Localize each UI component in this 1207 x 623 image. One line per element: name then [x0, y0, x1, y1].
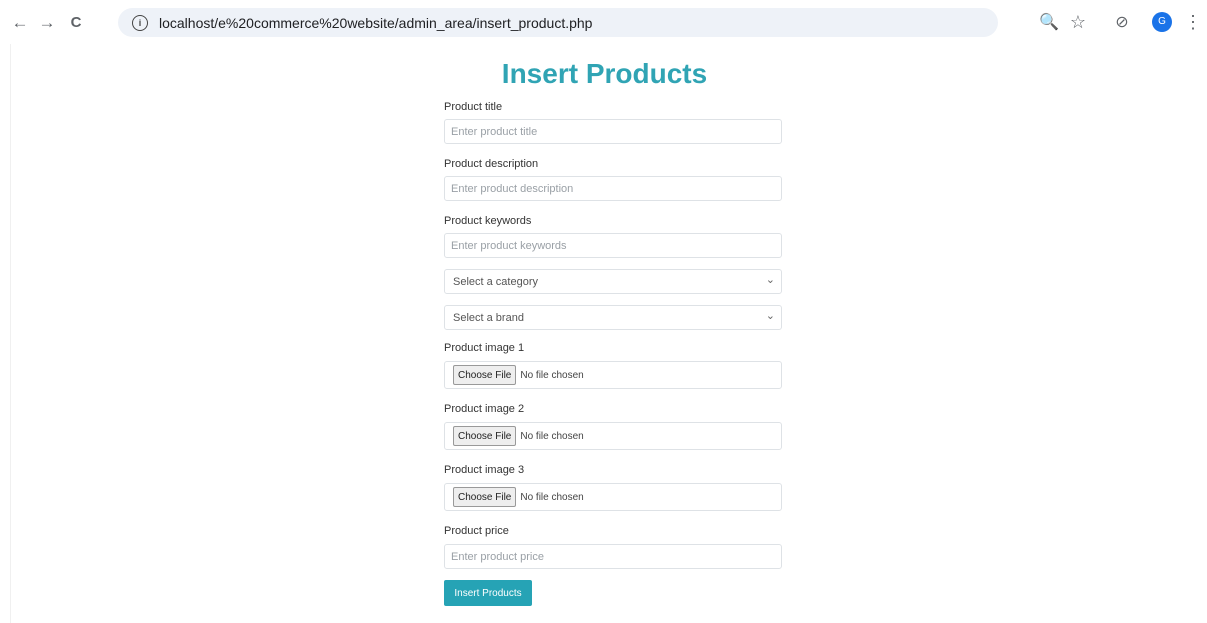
back-icon[interactable]: ←	[8, 10, 32, 34]
product-description-label: Product description	[444, 158, 539, 170]
star-icon[interactable]: ☆	[1066, 10, 1090, 34]
product-title-input[interactable]	[444, 119, 782, 144]
product-keywords-input[interactable]	[444, 233, 782, 258]
product-price-input[interactable]	[444, 544, 782, 569]
chevron-down-icon: ⌄	[765, 274, 775, 286]
choose-file-button[interactable]: Choose File	[453, 365, 517, 385]
page-content: Insert Products Product title Product de…	[10, 44, 1198, 623]
product-image1-input[interactable]: Choose File No file chosen	[444, 361, 782, 389]
info-icon[interactable]: i	[132, 14, 148, 31]
reload-icon[interactable]: C	[64, 10, 88, 34]
page-title: Insert Products	[501, 58, 708, 89]
insert-products-button[interactable]: Insert Products	[444, 580, 532, 606]
no-file-text: No file chosen	[520, 430, 584, 442]
brand-select[interactable]: Select a brand ⌄	[444, 305, 782, 330]
product-image3-input[interactable]: Choose File No file chosen	[444, 483, 782, 511]
product-title-label: Product title	[444, 101, 503, 113]
product-price-label: Product price	[444, 525, 509, 537]
no-file-text: No file chosen	[520, 491, 584, 503]
category-select-value: Select a category	[453, 275, 538, 288]
extension-icon[interactable]: ⊘	[1110, 10, 1134, 34]
product-image2-label: Product image 2	[444, 403, 525, 415]
brand-select-value: Select a brand	[453, 311, 524, 324]
forward-icon[interactable]: →	[35, 10, 59, 34]
choose-file-button[interactable]: Choose File	[453, 426, 517, 446]
product-keywords-label: Product keywords	[444, 215, 532, 227]
zoom-icon[interactable]: 🔍	[1037, 10, 1061, 34]
chevron-down-icon: ⌄	[765, 310, 775, 322]
menu-icon[interactable]: ⋮	[1181, 10, 1205, 34]
address-bar[interactable]: i localhost/e%20commerce%20website/admin…	[118, 8, 998, 37]
category-select[interactable]: Select a category ⌄	[444, 269, 782, 294]
product-image3-label: Product image 3	[444, 464, 525, 476]
browser-toolbar: ← → C i localhost/e%20commerce%20website…	[0, 0, 1207, 44]
no-file-text: No file chosen	[520, 369, 584, 381]
url-text[interactable]: localhost/e%20commerce%20website/admin_a…	[159, 15, 592, 31]
product-image2-input[interactable]: Choose File No file chosen	[444, 422, 782, 450]
avatar[interactable]: G	[1152, 12, 1172, 32]
product-description-input[interactable]	[444, 176, 782, 201]
choose-file-button[interactable]: Choose File	[453, 487, 517, 507]
product-image1-label: Product image 1	[444, 342, 525, 354]
